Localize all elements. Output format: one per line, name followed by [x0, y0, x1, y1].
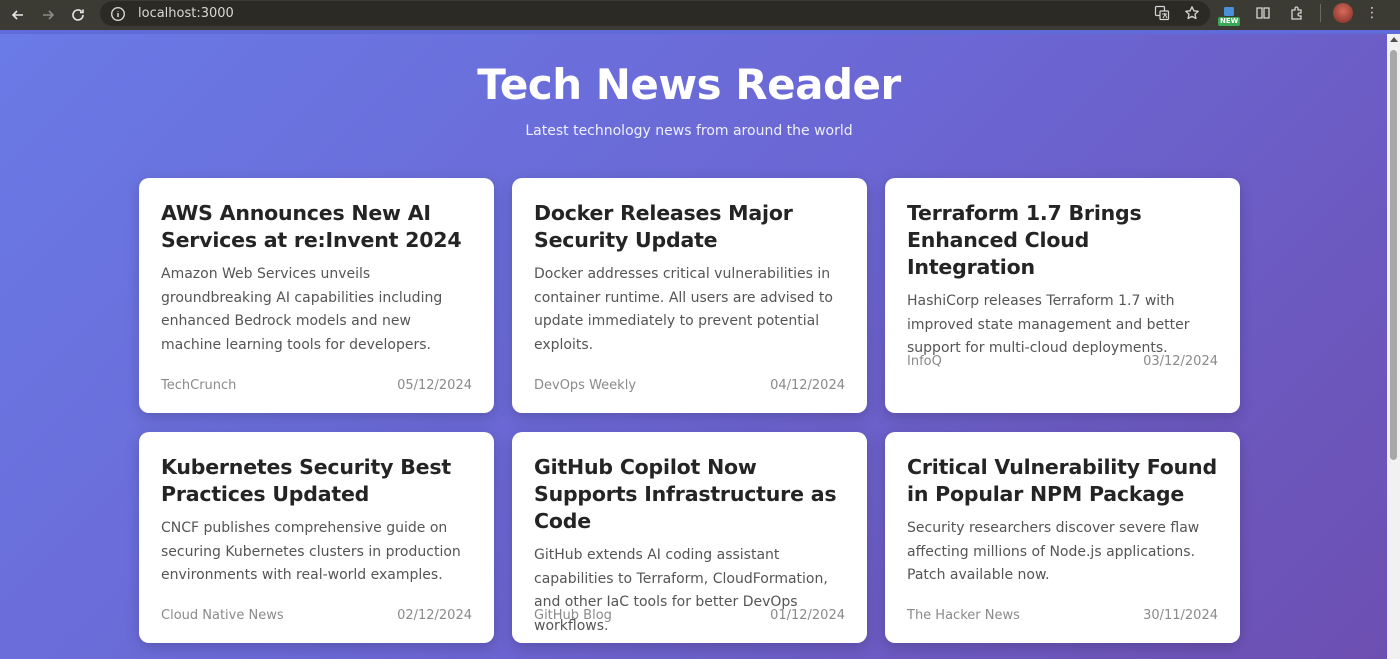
card-title[interactable]: Kubernetes Security Best Practices Updat… — [161, 454, 473, 508]
bookmark-star-icon[interactable] — [1184, 5, 1200, 25]
url-text[interactable]: localhost:3000 — [138, 6, 234, 21]
card-date: 02/12/2024 — [397, 608, 472, 623]
card-summary: GitHub extends AI coding assistant capab… — [534, 547, 828, 634]
extension-new-icon[interactable]: NEW — [1218, 2, 1241, 26]
toolbar-divider — [1320, 4, 1321, 22]
card-date: 04/12/2024 — [770, 378, 845, 393]
scroll-thumb[interactable] — [1390, 50, 1397, 460]
address-bar[interactable]: localhost:3000 — [100, 1, 1210, 26]
back-button[interactable] — [6, 3, 30, 27]
page-title: Tech News Reader — [477, 60, 901, 109]
card-date: 05/12/2024 — [397, 378, 472, 393]
card-summary: CNCF publishes comprehensive guide on se… — [161, 520, 461, 583]
card-source: DevOps Weekly — [534, 378, 637, 393]
card-meta: Cloud Native News 02/12/2024 — [161, 608, 472, 623]
reload-button[interactable] — [66, 3, 90, 27]
browser-toolbar: localhost:3000 NEW ⋮ — [0, 0, 1400, 30]
card-meta: DevOps Weekly 04/12/2024 — [534, 378, 845, 393]
card-title[interactable]: GitHub Copilot Now Supports Infrastructu… — [534, 454, 846, 535]
site-info-icon[interactable] — [110, 6, 126, 22]
arrow-right-icon — [43, 10, 55, 20]
card-date: 03/12/2024 — [1143, 354, 1218, 369]
card-meta: InfoQ 03/12/2024 — [907, 354, 1218, 369]
card-title[interactable]: Critical Vulnerability Found in Popular … — [907, 454, 1219, 508]
card-meta: The Hacker News 30/11/2024 — [907, 608, 1218, 623]
card-source: InfoQ — [907, 354, 942, 369]
arrow-left-icon — [11, 10, 23, 20]
card-title[interactable]: Docker Releases Major Security Update — [534, 200, 846, 254]
card-title[interactable]: AWS Announces New AI Services at re:Inve… — [161, 200, 473, 254]
card-date: 01/12/2024 — [770, 608, 845, 623]
profile-avatar[interactable] — [1333, 3, 1353, 23]
new-badge: NEW — [1218, 17, 1241, 26]
translate-icon[interactable] — [1154, 5, 1170, 25]
card-title[interactable]: Terraform 1.7 Brings Enhanced Cloud Inte… — [907, 200, 1219, 281]
card-meta: TechCrunch 05/12/2024 — [161, 378, 472, 393]
card-summary: Security researchers discover severe fla… — [907, 520, 1200, 583]
card-summary: HashiCorp releases Terraform 1.7 with im… — [907, 293, 1190, 356]
card-source: The Hacker News — [907, 608, 1020, 623]
scroll-up-arrow-icon[interactable] — [1390, 37, 1398, 42]
page-content: Tech News Reader Latest technology news … — [0, 34, 1387, 659]
card-date: 30/11/2024 — [1143, 608, 1218, 623]
vertical-scrollbar[interactable] — [1387, 34, 1400, 659]
reading-mode-icon[interactable] — [1252, 2, 1274, 24]
card-source: GitHub Blog — [534, 608, 612, 623]
news-card[interactable]: Critical Vulnerability Found in Popular … — [885, 432, 1240, 643]
card-source: Cloud Native News — [161, 608, 284, 623]
news-card[interactable]: Docker Releases Major Security Update Do… — [512, 178, 867, 413]
menu-dots-icon[interactable]: ⋮ — [1365, 5, 1379, 21]
news-card[interactable]: Terraform 1.7 Brings Enhanced Cloud Inte… — [885, 178, 1240, 413]
reload-icon — [72, 9, 84, 21]
news-card[interactable]: AWS Announces New AI Services at re:Inve… — [139, 178, 494, 413]
card-source: TechCrunch — [161, 378, 237, 393]
card-summary: Amazon Web Services unveils groundbreaki… — [161, 266, 443, 353]
extensions-puzzle-icon[interactable] — [1286, 2, 1308, 24]
news-card[interactable]: Kubernetes Security Best Practices Updat… — [139, 432, 494, 643]
card-meta: GitHub Blog 01/12/2024 — [534, 608, 845, 623]
page-subtitle: Latest technology news from around the w… — [525, 123, 853, 139]
forward-button[interactable] — [36, 3, 60, 27]
card-summary: Docker addresses critical vulnerabilitie… — [534, 266, 833, 353]
news-card[interactable]: GitHub Copilot Now Supports Infrastructu… — [512, 432, 867, 643]
